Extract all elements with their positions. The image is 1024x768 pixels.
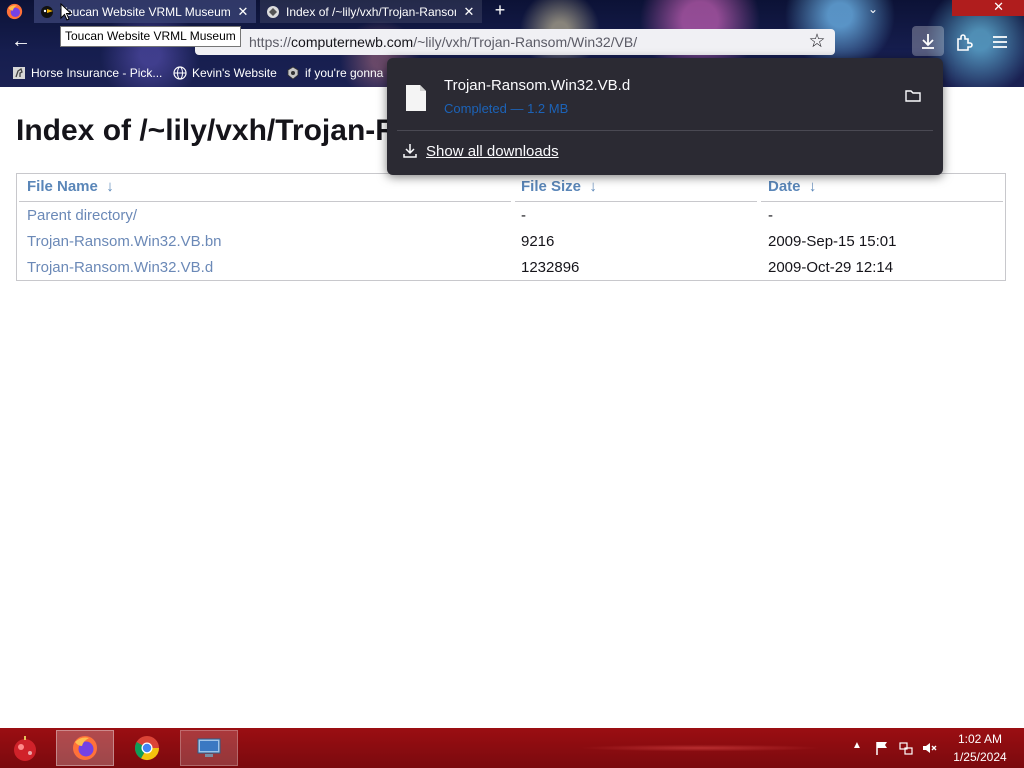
tab-title: Toucan Website VRML Museum [60,4,230,19]
column-header-label: File Size [521,178,582,195]
badge-icon [287,66,299,80]
hamburger-menu-icon[interactable] [988,30,1012,54]
horse-icon [13,67,25,79]
file-size: - [521,207,526,224]
header-divider [515,201,757,202]
extensions-puzzle-icon[interactable] [952,30,976,54]
show-all-downloads-link[interactable]: Show all downloads [426,143,559,160]
downloads-panel: Trojan-Ransom.Win32.VB.d Completed — 1.2… [387,58,943,175]
bookmark-if-youre-gonna[interactable]: if you're gonna [286,64,383,82]
back-button[interactable]: ← [10,31,32,52]
toucan-favicon-icon [41,5,53,18]
download-status: Completed — 1.2 MB [444,101,569,116]
downloads-button[interactable] [912,26,944,56]
url-scheme: https:// [249,34,292,50]
tab-index-listing[interactable]: Index of /~lily/vxh/Trojan-Ransom/Win32/… [260,0,482,23]
network-icon[interactable] [898,740,914,756]
bookmark-star-icon[interactable]: ☆ [807,32,827,52]
download-filename: Trojan-Ransom.Win32.VB.d [444,77,631,94]
file-date: - [768,207,773,224]
chrome-icon [134,736,159,761]
file-link[interactable]: Parent directory/ [27,207,137,224]
firefox-icon [73,736,97,760]
file-date: 2009-Oct-29 12:14 [768,259,894,276]
globe-icon [173,66,187,80]
taskbar-remote-desktop[interactable] [180,730,238,766]
taskbar-chrome[interactable] [118,730,176,766]
column-header-file-name[interactable]: File Name ↓ [27,178,114,195]
address-bar[interactable]: https://computernewb.com/~lily/vxh/Troja… [195,29,835,55]
download-icon [403,144,417,158]
firefox-menu-icon[interactable] [6,3,23,20]
download-icon [922,34,934,49]
clock-date[interactable]: 1/25/2024 [944,750,1016,764]
download-item[interactable]: Trojan-Ransom.Win32.VB.d Completed — 1.2… [387,58,943,130]
list-all-tabs-icon[interactable]: ⌄ [864,2,882,20]
bookmark-horse-insurance[interactable]: Horse Insurance - Pick... [12,64,162,82]
clock-time[interactable]: 1:02 AM [944,732,1016,746]
sort-arrow-icon: ↓ [106,178,114,195]
new-tab-button[interactable]: + [490,0,510,22]
bookmark-label: Kevin's Website [192,66,277,80]
mouse-cursor-icon [60,3,72,21]
file-link[interactable]: Trojan-Ransom.Win32.VB.d [27,259,213,276]
header-divider [19,201,511,202]
file-size: 9216 [521,233,555,250]
url-path: /~lily/vxh/Trojan-Ransom/Win32/VB/ [413,34,638,50]
sort-arrow-icon: ↓ [808,178,817,195]
table-row: Trojan-Ransom.Win32.VB.d 1232896 2009-Oc… [17,259,1005,285]
column-header-label: Date [768,178,801,195]
close-tab-icon[interactable]: ✕ [462,4,476,20]
panel-divider [397,130,933,131]
page-content: Index of /~lily/vxh/Trojan-Ransom/Win32/… [0,88,1024,728]
open-folder-icon[interactable] [904,88,922,104]
header-divider [761,201,1003,202]
tab-strip: Toucan Website VRML Museum ✕ Index of /~… [0,0,1024,23]
column-header-date[interactable]: Date ↓ [768,178,816,195]
remote-desktop-icon [197,738,221,757]
window-close-button[interactable]: ✕ [952,0,1024,16]
page-favicon-icon [267,5,279,18]
file-listing-table: File Name ↓ File Size ↓ Date ↓ Parent di… [16,173,1006,281]
url-text[interactable]: https://computernewb.com/~lily/vxh/Troja… [249,34,637,50]
volume-muted-icon[interactable] [921,740,939,756]
table-row: Trojan-Ransom.Win32.VB.bn 9216 2009-Sep-… [17,233,1005,259]
windows-taskbar: ▲ 1:02 AM 1/25/2024 [0,728,1024,768]
show-hidden-icons-button[interactable]: ▲ [851,740,863,754]
column-header-file-size[interactable]: File Size ↓ [521,178,597,195]
tab-tooltip: Toucan Website VRML Museum [60,26,241,47]
bookmark-kevins-website[interactable]: Kevin's Website [173,64,277,82]
bookmark-label: Horse Insurance - Pick... [31,66,163,80]
bookmark-label: if you're gonna [305,66,384,80]
action-center-flag-icon[interactable] [874,740,890,756]
file-icon [406,85,426,111]
close-tab-icon[interactable]: ✕ [236,4,250,20]
taskbar-firefox[interactable] [56,730,114,766]
column-header-label: File Name [27,178,98,195]
tab-title: Index of /~lily/vxh/Trojan-Ransom/Win32/… [286,4,456,19]
file-date: 2009-Sep-15 15:01 [768,233,897,250]
start-button-icon[interactable] [8,732,42,764]
url-host: computernewb.com [291,34,414,50]
file-size: 1232896 [521,259,580,276]
sort-arrow-icon: ↓ [589,178,597,195]
file-link[interactable]: Trojan-Ransom.Win32.VB.bn [27,233,222,250]
table-row: Parent directory/ - - [17,207,1005,233]
